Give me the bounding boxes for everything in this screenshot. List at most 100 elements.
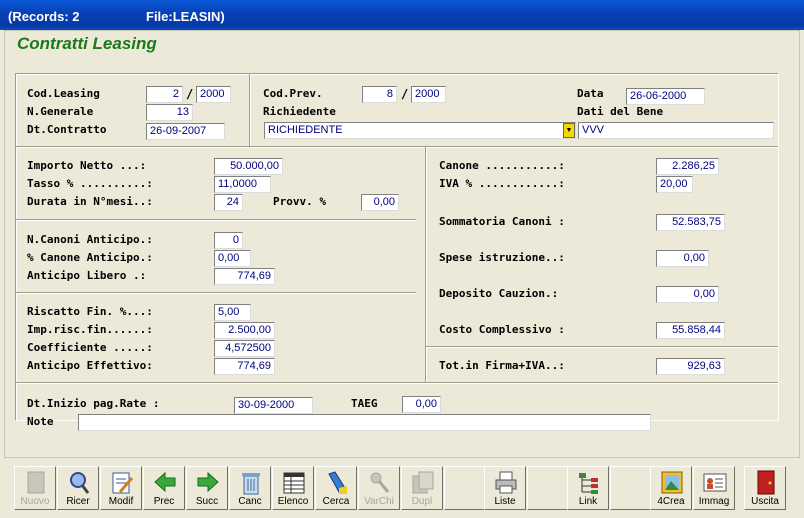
dupl-button[interactable]: Dupl bbox=[401, 466, 443, 510]
spese-label: Spese istruzione..: bbox=[439, 251, 565, 264]
imp-risc-field[interactable]: 2.500,00 bbox=[214, 322, 275, 339]
succ-label: Succ bbox=[195, 496, 219, 507]
empty-button-3[interactable] bbox=[610, 466, 652, 510]
empty-button-1[interactable] bbox=[444, 466, 486, 510]
cerca-button[interactable]: Cerca bbox=[315, 466, 357, 510]
section-divider-2 bbox=[16, 219, 416, 221]
immag-button[interactable]: Immag bbox=[693, 466, 735, 510]
window-titlebar: (Records: 2 File:LEASIN) bbox=[0, 0, 804, 30]
anticipo-libero-label: Anticipo Libero .: bbox=[27, 269, 147, 282]
costo-field[interactable]: 55.858,44 bbox=[656, 322, 725, 339]
dt-contratto-field[interactable]: 26-09-2007 bbox=[146, 123, 225, 140]
importo-netto-field[interactable]: 50.000,00 bbox=[214, 158, 283, 175]
tasso-label: Tasso % ..........: bbox=[27, 177, 153, 190]
empty-button-2[interactable] bbox=[527, 466, 569, 510]
file-name: File:LEASIN) bbox=[146, 9, 225, 24]
sommatoria-label: Sommatoria Canoni : bbox=[439, 215, 565, 228]
prec-button[interactable]: Prec bbox=[143, 466, 185, 510]
riscatto-field[interactable]: 5,00 bbox=[214, 304, 251, 321]
trash-icon bbox=[242, 473, 260, 495]
link-button[interactable]: Link bbox=[567, 466, 609, 510]
image-frame-icon bbox=[661, 471, 683, 494]
arrow-left-icon bbox=[154, 471, 176, 493]
uscita-label: Uscita bbox=[751, 496, 779, 507]
succ-button[interactable]: Succ bbox=[186, 466, 228, 510]
header-divider bbox=[249, 74, 251, 146]
provv-label: Provv. % bbox=[273, 195, 326, 208]
ricer-button[interactable]: Ricer bbox=[57, 466, 99, 510]
note-label: Note bbox=[27, 415, 54, 428]
richiedente-select[interactable]: RICHIEDENTE bbox=[264, 122, 576, 139]
immag-label: Immag bbox=[698, 496, 730, 507]
modif-label: Modif bbox=[108, 496, 134, 507]
anticipo-libero-field[interactable]: 774,69 bbox=[214, 268, 275, 285]
coefficiente-field[interactable]: 4,572500 bbox=[214, 340, 275, 357]
anticipo-effettivo-label: Anticipo Effettivo: bbox=[27, 359, 153, 372]
liste-button[interactable]: Liste bbox=[484, 466, 526, 510]
durata-field[interactable]: 24 bbox=[214, 194, 243, 211]
key-icon bbox=[370, 472, 390, 493]
modif-button[interactable]: Modif bbox=[100, 466, 142, 510]
cerca-label: Cerca bbox=[322, 496, 350, 507]
nuovo-button[interactable]: Nuovo bbox=[14, 466, 56, 510]
deposito-field[interactable]: 0,00 bbox=[656, 286, 719, 303]
dt-contratto-label: Dt.Contratto bbox=[27, 123, 107, 136]
nuovo-label: Nuovo bbox=[20, 496, 50, 507]
tot-firma-field[interactable]: 929,63 bbox=[656, 358, 725, 375]
prec-label: Prec bbox=[153, 496, 175, 507]
data-field[interactable]: 26-06-2000 bbox=[626, 88, 705, 105]
taeg-field[interactable]: 0,00 bbox=[402, 396, 441, 413]
canone-anticipo-field[interactable]: 0,00 bbox=[214, 250, 251, 267]
slash-separator: / bbox=[186, 87, 194, 101]
dupl-label: Dupl bbox=[411, 496, 433, 507]
ricer-label: Ricer bbox=[66, 496, 90, 507]
note-field[interactable] bbox=[78, 414, 651, 431]
printer-icon bbox=[495, 471, 517, 494]
dati-bene-field[interactable]: VVV bbox=[578, 122, 774, 139]
section-divider-1 bbox=[16, 146, 778, 148]
form-area: Contratti Leasing Cod.Leasing 2 / 2000 N… bbox=[4, 30, 800, 458]
richiedente-label: Richiedente bbox=[263, 105, 336, 118]
elenco-button[interactable]: Elenco bbox=[272, 466, 314, 510]
canone-anticipo-label: % Canone Anticipo.: bbox=[27, 251, 153, 264]
uscita-button[interactable]: Uscita bbox=[744, 466, 786, 510]
cod-prev-number-field[interactable]: 8 bbox=[362, 86, 397, 103]
arrow-right-icon bbox=[197, 471, 219, 493]
cod-prev-label: Cod.Prev. bbox=[263, 87, 323, 100]
provv-field[interactable]: 0,00 bbox=[361, 194, 399, 211]
canc-label: Canc bbox=[238, 496, 262, 507]
dt-inizio-label: Dt.Inizio pag.Rate : bbox=[27, 397, 160, 410]
section-divider-4 bbox=[426, 346, 778, 348]
exit-door-icon bbox=[757, 470, 775, 495]
canone-label: Canone ...........: bbox=[439, 159, 565, 172]
canone-field[interactable]: 2.286,25 bbox=[656, 158, 719, 175]
imp-risc-label: Imp.risc.fin......: bbox=[27, 323, 153, 336]
liste-label: Liste bbox=[494, 496, 516, 507]
spese-field[interactable]: 0,00 bbox=[656, 250, 709, 267]
dati-bene-label: Dati del Bene bbox=[577, 105, 664, 118]
anticipo-effettivo-field[interactable]: 774,69 bbox=[214, 358, 275, 375]
n-generale-field[interactable]: 13 bbox=[146, 104, 193, 121]
cod-leasing-number-field[interactable]: 2 bbox=[146, 86, 183, 103]
search-icon bbox=[70, 472, 90, 494]
importo-netto-label: Importo Netto ...: bbox=[27, 159, 147, 172]
riscatto-label: Riscatto Fin. %...: bbox=[27, 305, 153, 318]
iva-field[interactable]: 20,00 bbox=[656, 176, 693, 193]
cod-leasing-year-field[interactable]: 2000 bbox=[196, 86, 231, 103]
coefficiente-label: Coefficiente .....: bbox=[27, 341, 153, 354]
varchi-button[interactable]: VarChi bbox=[358, 466, 400, 510]
tasso-field[interactable]: 11,0000 bbox=[214, 176, 271, 193]
n-canoni-anticipo-field[interactable]: 0 bbox=[214, 232, 243, 249]
form-panel: Cod.Leasing 2 / 2000 N.Generale 13 Dt.Co… bbox=[15, 73, 779, 431]
n-canoni-anticipo-label: N.Canoni Anticipo.: bbox=[27, 233, 153, 246]
cod-prev-year-field[interactable]: 2000 bbox=[411, 86, 446, 103]
new-document-icon bbox=[27, 471, 45, 494]
canc-button[interactable]: Canc bbox=[229, 466, 271, 510]
n-generale-label: N.Generale bbox=[27, 105, 94, 118]
iva-label: IVA % ............: bbox=[439, 177, 565, 190]
sommatoria-field[interactable]: 52.583,75 bbox=[656, 214, 725, 231]
dt-inizio-field[interactable]: 30-09-2000 bbox=[234, 397, 313, 414]
crea4-button[interactable]: 4Crea bbox=[650, 466, 692, 510]
chevron-down-icon[interactable]: ▼ bbox=[563, 123, 575, 138]
slash-separator-2: / bbox=[401, 87, 409, 101]
